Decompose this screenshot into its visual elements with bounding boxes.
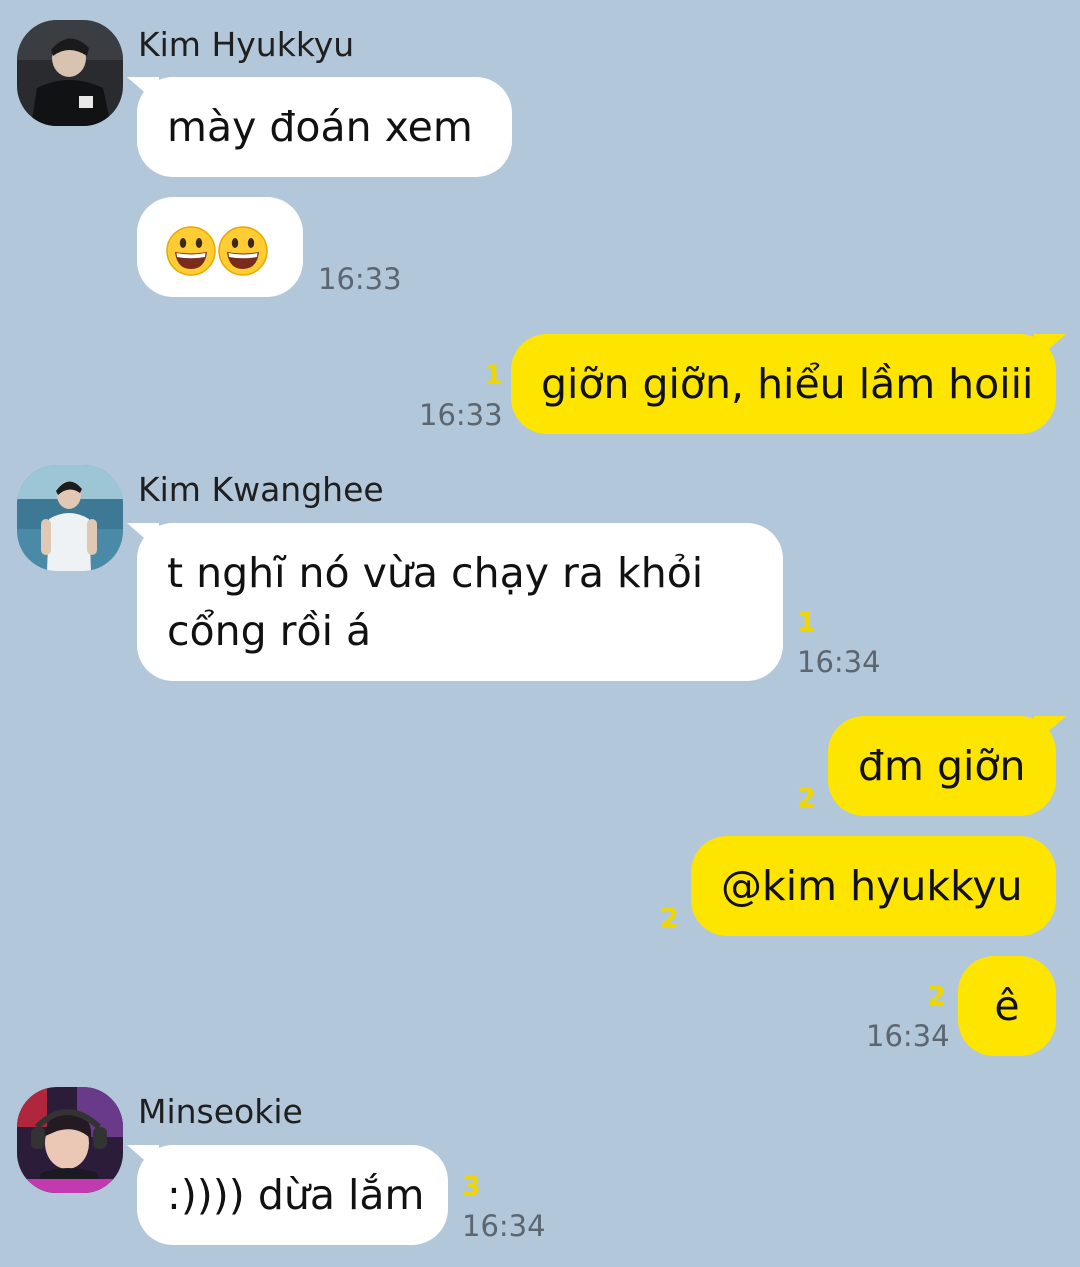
message-timestamp: 16:34 bbox=[866, 1019, 950, 1053]
message-bubble[interactable]: giỡn giỡn, hiểu lầm hoiii bbox=[511, 334, 1056, 434]
message-text-line: t nghĩ nó vừa chạy ra khỏi bbox=[167, 549, 704, 597]
unread-count: 1 bbox=[797, 607, 816, 638]
message-bubble[interactable]: :)))) dừa lắm bbox=[137, 1145, 448, 1245]
message-text-line: cổng rồi á bbox=[167, 607, 372, 655]
unread-count: 2 bbox=[927, 981, 946, 1012]
avatar-kim-hyukkyu[interactable] bbox=[17, 20, 123, 126]
avatar-minseokie[interactable] bbox=[17, 1087, 123, 1193]
unread-count: 2 bbox=[797, 783, 816, 814]
message-timestamp: 16:34 bbox=[462, 1209, 546, 1243]
unread-count: 3 bbox=[462, 1171, 481, 1202]
grinning-face-emoji-icon bbox=[165, 225, 217, 277]
message-text: :)))) dừa lắm bbox=[167, 1171, 425, 1219]
message-bubble[interactable]: @kim hyukkyu bbox=[691, 836, 1056, 936]
message-bubble[interactable]: t nghĩ nó vừa chạy ra khỏi cổng rồi á bbox=[137, 523, 783, 681]
message-bubble[interactable] bbox=[137, 197, 303, 297]
message-text: mày đoán xem bbox=[167, 103, 473, 151]
message-timestamp: 16:33 bbox=[318, 262, 402, 296]
message-text: ê bbox=[994, 982, 1020, 1030]
sender-name: Kim Hyukkyu bbox=[138, 25, 355, 64]
unread-count: 2 bbox=[660, 903, 679, 934]
message-bubble[interactable]: ê bbox=[958, 956, 1056, 1056]
message-text: đm giỡn bbox=[858, 742, 1026, 790]
sender-name: Minseokie bbox=[138, 1092, 303, 1131]
avatar-kim-kwanghee[interactable] bbox=[17, 465, 123, 571]
unread-count: 1 bbox=[484, 360, 503, 391]
sender-name: Kim Kwanghee bbox=[138, 470, 384, 509]
message-bubble[interactable]: mày đoán xem bbox=[137, 77, 512, 177]
message-timestamp: 16:33 bbox=[419, 398, 503, 432]
message-text: giỡn giỡn, hiểu lầm hoiii bbox=[541, 360, 1034, 408]
message-timestamp: 16:34 bbox=[797, 645, 881, 679]
message-text: @kim hyukkyu bbox=[721, 862, 1023, 910]
message-bubble[interactable]: đm giỡn bbox=[828, 716, 1056, 816]
grinning-face-emoji-icon bbox=[217, 225, 269, 277]
